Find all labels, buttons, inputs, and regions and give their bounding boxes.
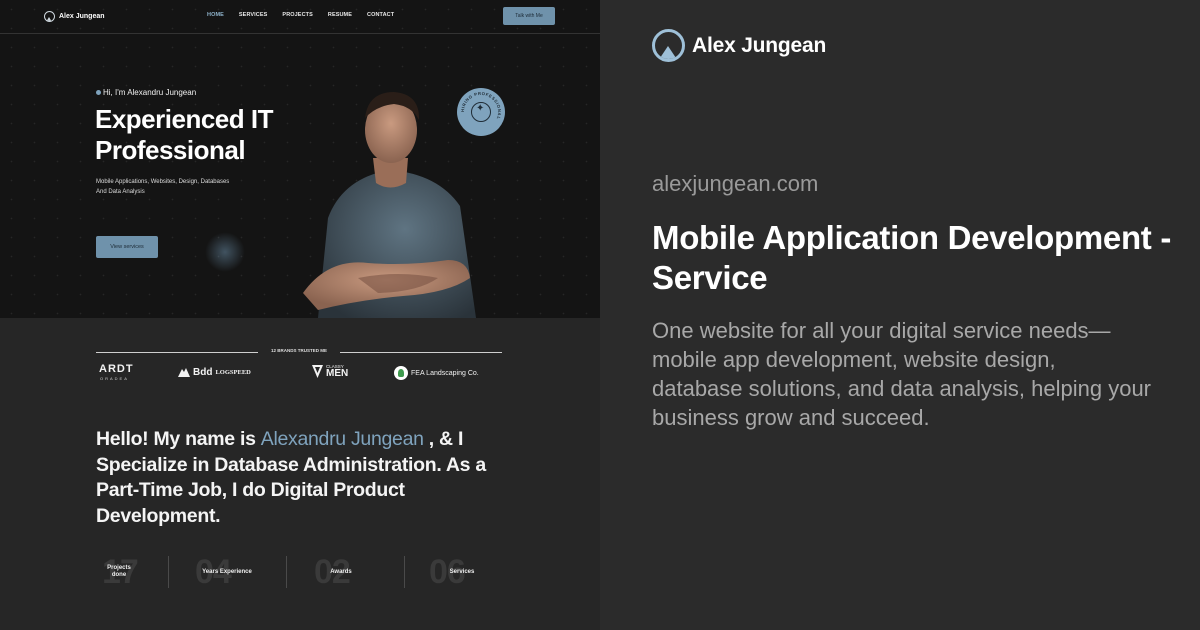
card-brand-name: Alex Jungean (692, 33, 827, 57)
badge-circular-text: HIRING PROFESSIONAL (460, 91, 502, 120)
site-brand[interactable]: Alex Jungean (44, 11, 105, 22)
stat-label: Years Experience (202, 569, 252, 575)
site-brand-name: Alex Jungean (59, 13, 105, 20)
nav-link-services[interactable]: SERVICES (239, 12, 268, 18)
card-url: alexjungean.com (652, 171, 819, 196)
about-prefix: Hello! My name is (96, 428, 261, 450)
stat-awards: 02 Awards (312, 552, 382, 592)
website-preview: Alex Jungean HOME SERVICES PROJECTS RESU… (0, 0, 600, 630)
glow-orb (205, 232, 245, 272)
stat-divider (286, 556, 287, 588)
nav-link-projects[interactable]: PROJECTS (282, 12, 312, 18)
share-card: Alex Jungean alexjungean.com Mobile Appl… (600, 0, 1200, 630)
badge-text: HIRING PROFESSIONAL (460, 91, 502, 120)
stats-row: 17 Projects done 04 Years Experience 02 … (96, 552, 506, 592)
mountain-logo-icon (652, 29, 685, 62)
stat-divider (168, 556, 169, 588)
svg-text:HIRING PROFESSIONAL: HIRING PROFESSIONAL (460, 91, 502, 120)
brands-divider-left (96, 352, 258, 353)
card-description: One website for all your digital service… (652, 318, 1152, 430)
brand-logo-ardt: ARDT (99, 363, 134, 375)
stat-label: Projects done (107, 565, 131, 578)
wave-icon (96, 90, 101, 95)
profile-photo (303, 92, 476, 318)
about-paragraph: Hello! My name is Alexandru Jungean , & … (96, 427, 511, 529)
brand-logo-ardt-sub: ORADEA (100, 376, 129, 381)
brand-logo-bdd: Bdd LOGSPEED (178, 366, 251, 378)
nav-links: HOME SERVICES PROJECTS RESUME CONTACT (207, 12, 394, 18)
brand-logo-fea: FEA Landscaping Co. (394, 366, 479, 380)
talk-with-me-button[interactable]: Talk with Me (503, 7, 555, 25)
mountain-icon (178, 368, 190, 377)
brand-logo-fea-text: FEA Landscaping Co. (411, 369, 479, 377)
hero-subtitle: Mobile Applications, Websites, Design, D… (96, 179, 230, 195)
mountain-logo-icon (44, 11, 55, 22)
about-name-highlight: Alexandru Jungean (260, 428, 424, 450)
hero-section: Alex Jungean HOME SERVICES PROJECTS RESU… (0, 0, 600, 318)
v-emblem-icon (312, 365, 323, 378)
card-title: Mobile Application Development - Service (652, 219, 1172, 296)
card-brand: Alex Jungean (652, 29, 826, 62)
brand-logo-bdd-sub: LOGSPEED (215, 368, 251, 376)
hero-greeting-text: Hi, I'm Alexandru Jungean (103, 88, 197, 97)
stat-services: 06 Services (429, 552, 499, 592)
stat-label: Services (449, 569, 475, 575)
hero-greeting: Hi, I'm Alexandru Jungean (96, 88, 196, 97)
nav-link-resume[interactable]: RESUME (328, 12, 352, 18)
nav-link-contact[interactable]: CONTACT (367, 12, 394, 18)
stat-divider (404, 556, 405, 588)
stat-projects: 17 Projects done (96, 552, 166, 592)
brands-label: 12 BRANDS TRUSTED ME (270, 348, 327, 353)
brands-divider-right (340, 352, 502, 353)
top-nav: Alex Jungean HOME SERVICES PROJECTS RESU… (0, 0, 600, 34)
leaf-icon (394, 366, 408, 380)
view-services-button[interactable]: View services (96, 236, 158, 258)
stat-years: 04 Years Experience (191, 552, 271, 592)
nav-link-home[interactable]: HOME (207, 12, 224, 18)
brand-logo-classy-men: CLASSY MEN (312, 364, 348, 379)
hiring-badge: ✦ HIRING PROFESSIONAL (457, 88, 505, 136)
stat-label: Awards (330, 569, 352, 575)
brand-logo-bdd-main: Bdd (193, 366, 213, 378)
brand-logo-men-main: MEN (326, 368, 349, 379)
